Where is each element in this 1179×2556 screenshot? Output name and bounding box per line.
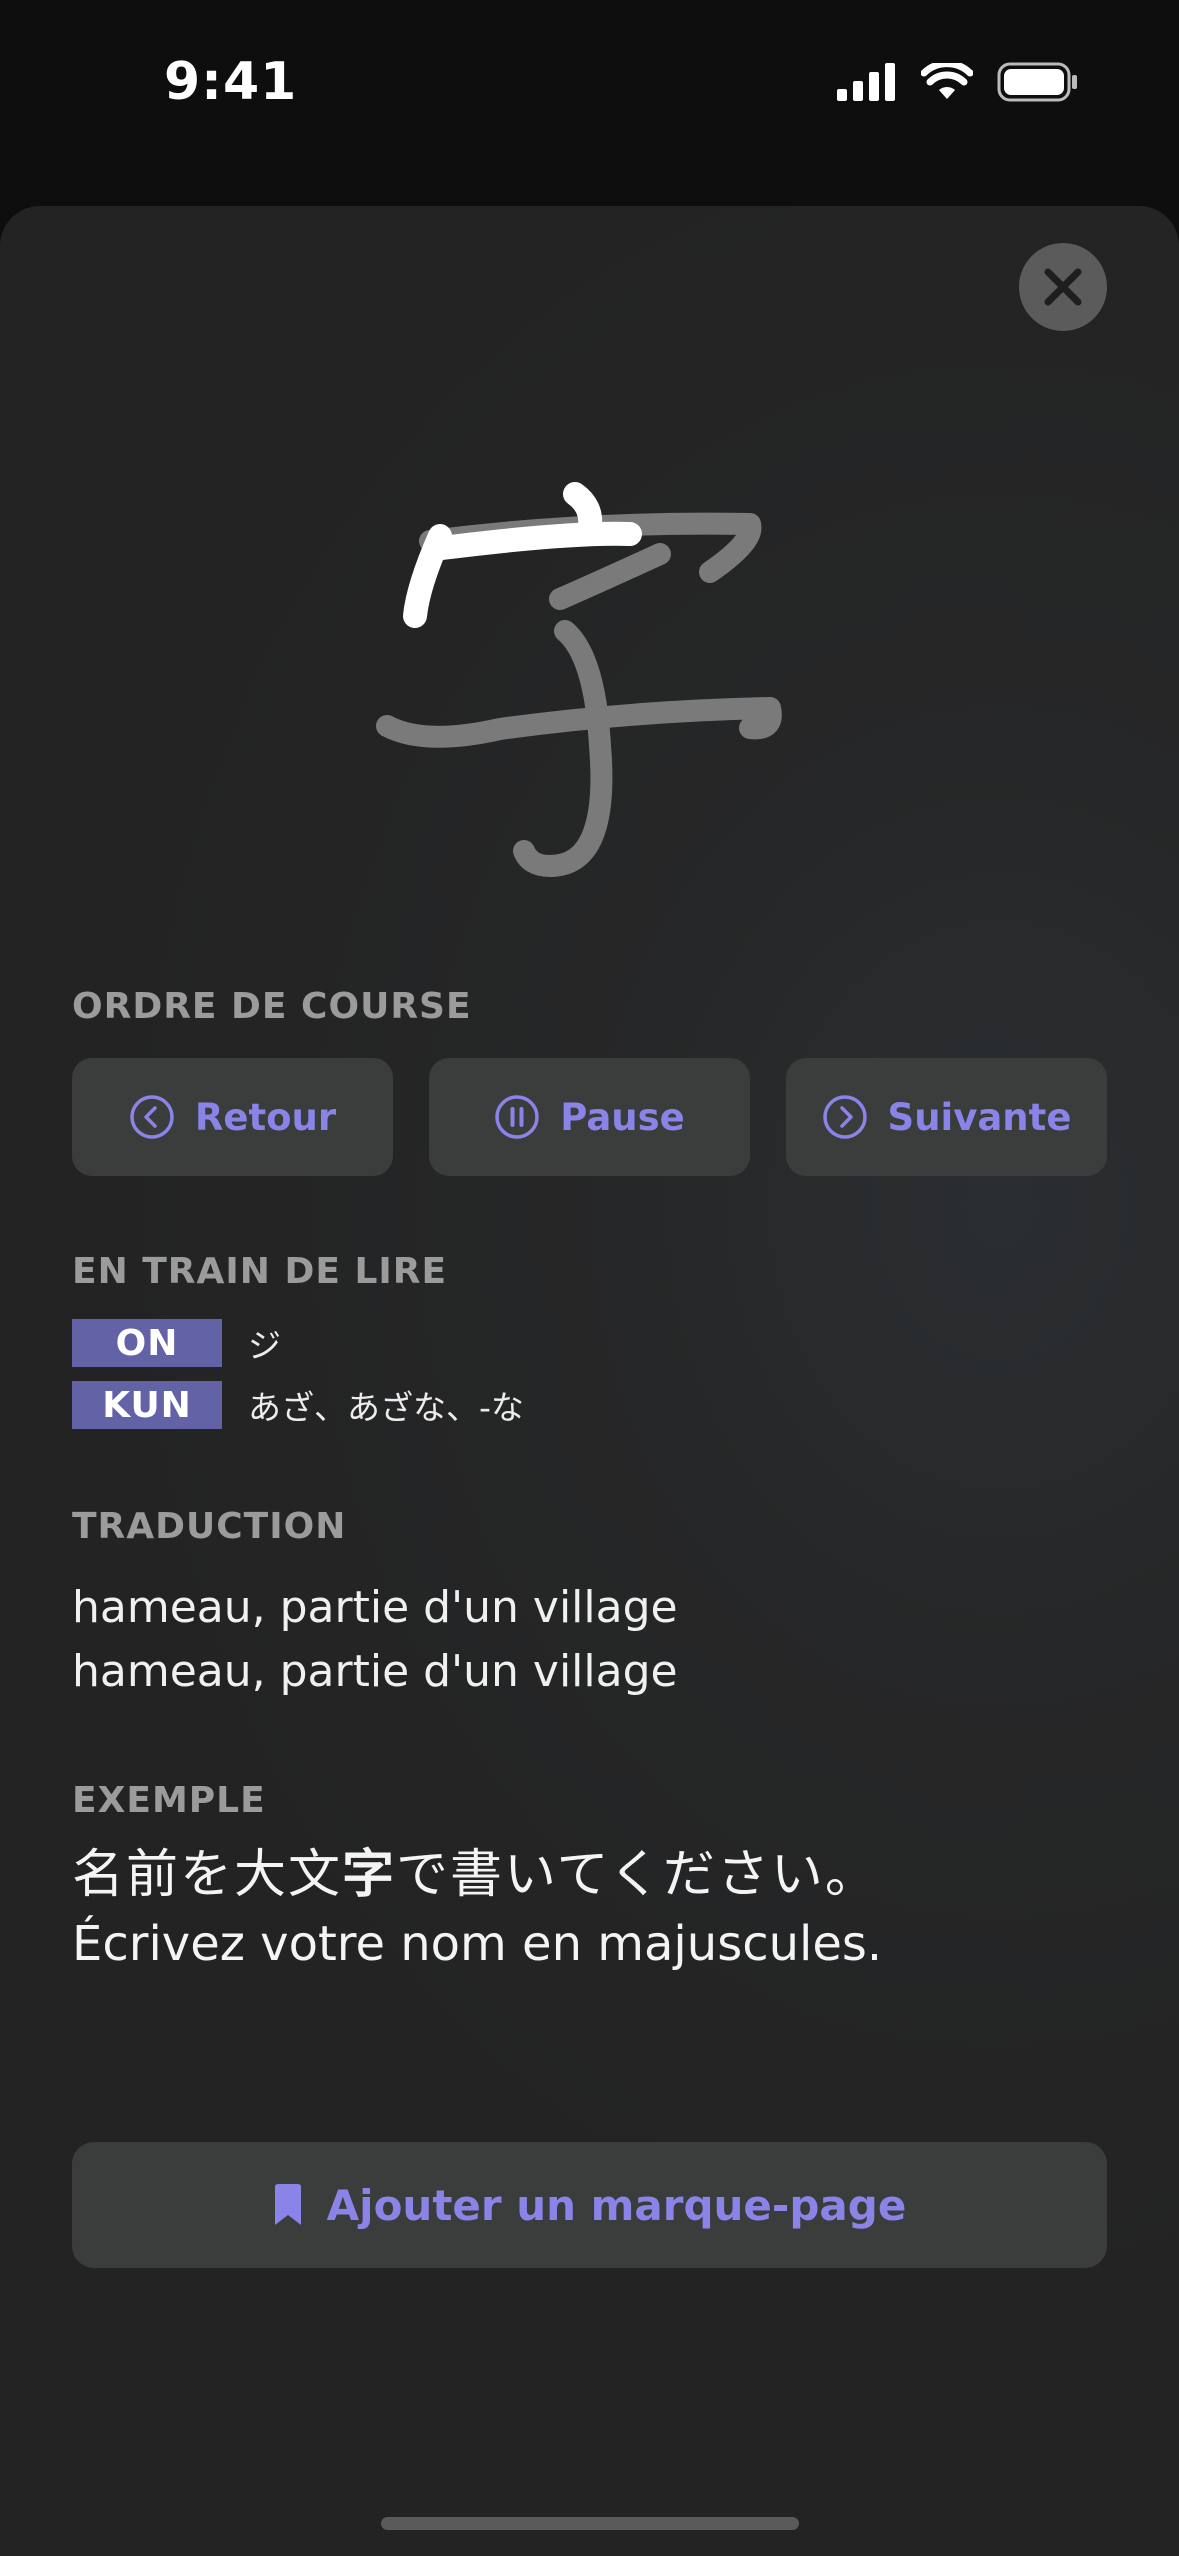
reading-row-kun: KUN あざ、あざな、-な [72,1381,524,1429]
stroke-order-controls: Retour Pause Suivante [72,1058,1107,1176]
reading-tag: ON [72,1319,222,1367]
add-bookmark-label: Ajouter un marque-page [326,2180,907,2230]
stroke-order-label: ORDRE DE COURSE [72,986,472,1027]
chevron-left-circle-icon [130,1095,174,1139]
battery-icon [997,62,1077,102]
kanji-stroke-animation: 字 [376,482,782,877]
reading-value: あざ、あざな、-な [248,1388,524,1427]
kanji-stroke-pending [513,620,613,877]
translation-text: hameau, partie d'un village hameau, part… [72,1576,678,1704]
readings-label: EN TRAIN DE LIRE [72,1251,448,1292]
next-button-label: Suivante [887,1095,1072,1139]
home-indicator[interactable] [381,2517,799,2530]
status-icons [837,62,1079,102]
pause-button[interactable]: Pause [429,1058,750,1176]
translation-line: hameau, partie d'un village [72,1646,678,1697]
kanji-stroke-pending [549,543,671,610]
example-french: Écrivez votre nom en majuscules. [72,1916,883,1972]
back-button[interactable]: Retour [72,1058,393,1176]
reading-value: ジ [248,1326,281,1365]
cellular-signal-icon [837,63,895,101]
example-jp-after: で書いてください。 [396,1845,879,1905]
reading-tag: KUN [72,1381,222,1429]
translation-line: hameau, partie d'un village [72,1582,678,1633]
bookmark-icon [274,2184,301,2225]
pause-circle-icon [495,1095,539,1139]
kanji-detail-sheet: 字 ORDRE DE COURSE Retour Pause [0,206,1179,2556]
pause-button-label: Pause [560,1095,685,1139]
next-button[interactable]: Suivante [786,1058,1107,1176]
wifi-icon [921,63,973,99]
translation-label: TRADUCTION [72,1506,347,1547]
kanji-stroke-done [430,521,642,560]
close-icon [1044,268,1082,306]
status-bar: 9:41 [0,0,1179,180]
close-button[interactable] [1019,243,1107,331]
chevron-right-circle-icon [822,1095,867,1139]
back-button-label: Retour [194,1095,337,1139]
kanji-stroke-pending [376,697,782,748]
example-label: EXEMPLE [72,1780,266,1821]
example-japanese: 名前を大文字で書いてください。 [72,1832,879,1907]
status-time: 9:41 [164,52,298,112]
example-jp-before: 名前を大文 [72,1845,343,1905]
example-jp-highlight: 字 [342,1845,397,1905]
reading-row-on: ON ジ [72,1319,281,1367]
add-bookmark-button[interactable]: Ajouter un marque-page [72,2142,1107,2268]
